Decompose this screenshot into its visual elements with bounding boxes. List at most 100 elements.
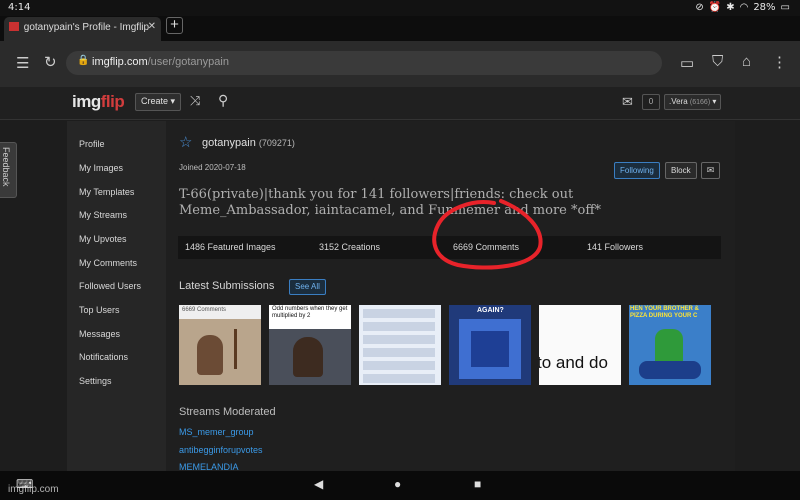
clock: 4:14 [8, 2, 31, 13]
profile-username: gotanypain (709271) [202, 137, 295, 149]
mail-icon[interactable]: ✉ [622, 94, 633, 110]
thumb-map-inner [471, 331, 509, 367]
streams-moderated-title: Streams Moderated [179, 406, 276, 418]
thumb-chat-row [363, 335, 435, 344]
thumb-caption: 6669 Comments [182, 307, 227, 313]
latest-submissions-title: Latest Submissions [179, 280, 275, 292]
thumb-figure [197, 335, 223, 375]
star-icon: ☆ [179, 134, 193, 151]
annotation-circle [432, 199, 543, 270]
submission-thumb[interactable] [359, 305, 441, 385]
tab-title: gotanypain's Profile - Imgflip [23, 22, 150, 33]
thumb-figure [655, 329, 683, 365]
lock-icon: 🔒 [77, 55, 90, 66]
sidebar-item-top-users[interactable]: Top Users [79, 305, 120, 315]
browser-toolbar: ☰ ↻ 🔒 imgflip.com/user/gotanypain ▭ ⛉ ⌂ … [0, 41, 800, 87]
browser-tab[interactable]: gotanypain's Profile - Imgflip ✕ [4, 17, 161, 41]
imgflip-logo[interactable]: imgflip [72, 92, 125, 112]
sidebar-item-notifications[interactable]: Notifications [79, 352, 128, 362]
thumb-chat-row [363, 348, 435, 357]
see-all-button[interactable]: See All [289, 279, 326, 295]
home-circle-icon[interactable]: ● [394, 477, 401, 491]
sidebar: Profile My Images My Templates My Stream… [67, 121, 166, 471]
android-status-bar: 4:14 ⊘ ⏰ ✱ ◠ 28% ▭ [0, 0, 800, 16]
profile-main: ☆ gotanypain (709271) Joined 2020-07-18 … [166, 121, 735, 472]
user-menu-name: .Vera [669, 97, 688, 106]
following-button[interactable]: Following [614, 162, 660, 179]
search-icon[interactable]: ⚲ [218, 92, 228, 109]
thumb-caption: to and do [539, 353, 608, 372]
stat-creations[interactable]: 3152 Creations [319, 242, 380, 252]
site-header: imgflip Create ▾ ⤨ ⚲ ✉ 0 .Vera (6166) ▾ [0, 87, 800, 120]
notification-count[interactable]: 0 [642, 94, 660, 110]
thumb-chat-row [363, 374, 435, 383]
sidebar-item-messages[interactable]: Messages [79, 329, 120, 339]
address-bar[interactable]: 🔒 imgflip.com/user/gotanypain [66, 51, 662, 75]
username: gotanypain [202, 137, 256, 149]
sidebar-item-settings[interactable]: Settings [79, 376, 112, 386]
screen: { "status_bar": {"time": "4:14", "batter… [0, 0, 800, 500]
url-path: /user/gotanypain [147, 56, 229, 68]
battery-icon: ▭ [780, 2, 790, 13]
stream-link[interactable]: MS_memer_group [179, 427, 254, 437]
logo-part-flip: flip [100, 92, 125, 111]
thumb-figure [293, 337, 323, 377]
user-points: (709271) [258, 138, 295, 148]
create-button[interactable]: Create ▾ [135, 93, 182, 111]
close-tab-icon[interactable]: ✕ [148, 21, 156, 32]
bookmark-icon[interactable]: ⛉ [712, 53, 723, 70]
recents-icon[interactable]: ■ [474, 477, 481, 491]
new-tab-button[interactable]: + [166, 17, 183, 34]
logo-part-img: img [72, 92, 101, 111]
thumb-caption: Odd numbers when they get multiplied by … [272, 306, 348, 319]
imgflip-watermark: imgflip.com [8, 484, 59, 495]
tab-strip: gotanypain's Profile - Imgflip ✕ + [0, 16, 800, 41]
android-nav-bar: ⌨ ◀ ● ■ [0, 471, 800, 500]
sidebar-item-my-streams[interactable]: My Streams [79, 210, 127, 220]
submission-thumb[interactable]: to and do [539, 305, 621, 385]
stat-followers[interactable]: 141 Followers [587, 242, 643, 252]
bluetooth-icon: ✱ [726, 2, 735, 13]
submission-thumb[interactable]: AGAIN? [449, 305, 531, 385]
thumb-chat-row [363, 322, 435, 331]
sidebar-item-my-upvotes[interactable]: My Upvotes [79, 234, 127, 244]
thumb-caption: AGAIN? [477, 307, 504, 314]
sidebar-item-my-templates[interactable]: My Templates [79, 187, 134, 197]
thumb-cross [234, 329, 237, 369]
more-options-icon[interactable]: ⋮ [772, 53, 787, 71]
thumb-caption: HEN YOUR BROTHER & PIZZA DURING YOUR C [630, 306, 699, 319]
submission-thumb[interactable]: Odd numbers when they get multiplied by … [269, 305, 351, 385]
sidebar-item-my-images[interactable]: My Images [79, 163, 123, 173]
stream-link[interactable]: antibegginforupvotes [179, 445, 263, 455]
stat-featured-images[interactable]: 1486 Featured Images [185, 242, 276, 252]
menu-icon[interactable]: ☰ [16, 54, 29, 72]
user-menu-button[interactable]: .Vera (6166) ▾ [664, 94, 722, 110]
joined-date: Joined 2020-07-18 [179, 163, 246, 172]
submission-thumb[interactable]: HEN YOUR BROTHER & PIZZA DURING YOUR C [629, 305, 711, 385]
thumb-chat-row [363, 309, 435, 318]
url-host: imgflip.com [92, 56, 148, 68]
sidebar-item-my-comments[interactable]: My Comments [79, 258, 137, 268]
alarm-icon: ⏰ [708, 2, 722, 13]
chevron-down-icon: ▾ [712, 97, 717, 106]
sidebar-item-profile[interactable]: Profile [79, 139, 105, 149]
dnd-icon: ⊘ [695, 2, 704, 13]
sidebar-item-followed-users[interactable]: Followed Users [79, 281, 141, 291]
shuffle-icon[interactable]: ⤨ [190, 93, 200, 109]
status-icons: ⊘ ⏰ ✱ ◠ 28% ▭ [695, 2, 790, 13]
thumb-chat-row [363, 361, 435, 370]
cast-icon[interactable]: ▭ [680, 54, 694, 72]
feedback-tab[interactable]: Feedback [0, 142, 17, 198]
back-icon[interactable]: ◀ [314, 477, 323, 491]
annotation-stroke [432, 199, 543, 270]
message-icon[interactable]: ✉ [701, 162, 720, 179]
feedback-label: Feedback [1, 147, 11, 187]
block-button[interactable]: Block [665, 162, 697, 179]
imgflip-favicon-icon [9, 22, 19, 31]
user-menu-points: (6166) [689, 99, 711, 106]
submission-thumb[interactable]: 6669 Comments [179, 305, 261, 385]
home-icon[interactable]: ⌂ [742, 53, 751, 70]
thumb-kart [639, 361, 701, 379]
battery-level: 28% [753, 2, 776, 13]
reload-icon[interactable]: ↻ [44, 53, 57, 71]
